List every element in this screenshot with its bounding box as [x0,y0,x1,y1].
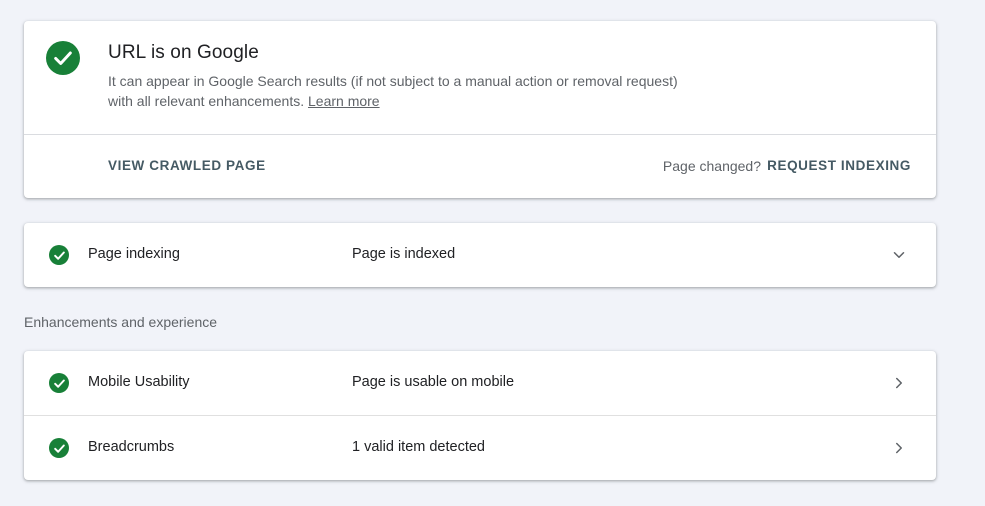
chevron-right-icon[interactable] [890,374,908,392]
breadcrumbs-status: 1 valid item detected [352,439,485,455]
check-circle-icon [46,41,80,75]
request-indexing-button[interactable]: REQUEST INDEXING [767,158,911,173]
url-status-description-text: It can appear in Google Search results (… [108,73,678,109]
breadcrumbs-row[interactable]: Breadcrumbs 1 valid item detected [24,416,936,480]
page-indexing-card: Page indexing Page is indexed [24,223,936,287]
learn-more-link[interactable]: Learn more [308,93,380,109]
mobile-usability-label: Mobile Usability [88,374,190,390]
page-indexing-label: Page indexing [88,246,180,262]
mobile-usability-status: Page is usable on mobile [352,374,515,390]
enhancements-card: Mobile Usability Page is usable on mobil… [24,351,936,480]
url-status-card: URL is on Google It can appear in Google… [24,21,936,198]
page-changed-text: Page changed? [662,158,761,174]
breadcrumbs-label: Breadcrumbs [88,439,175,455]
divider [24,134,936,135]
page-indexing-status: Page is indexed [352,246,456,262]
enhancements-heading: Enhancements and experience [24,314,218,330]
chevron-down-icon[interactable] [890,246,908,264]
check-circle-icon [49,373,69,393]
page-indexing-row[interactable]: Page indexing Page is indexed [24,223,936,287]
mobile-usability-row[interactable]: Mobile Usability Page is usable on mobil… [24,351,936,415]
url-status-description: It can appear in Google Search results (… [108,71,688,111]
check-circle-icon [49,438,69,458]
check-circle-icon [49,245,69,265]
chevron-right-icon[interactable] [890,439,908,457]
url-status-title: URL is on Google [108,42,259,63]
view-crawled-page-button[interactable]: VIEW CRAWLED PAGE [108,158,266,173]
